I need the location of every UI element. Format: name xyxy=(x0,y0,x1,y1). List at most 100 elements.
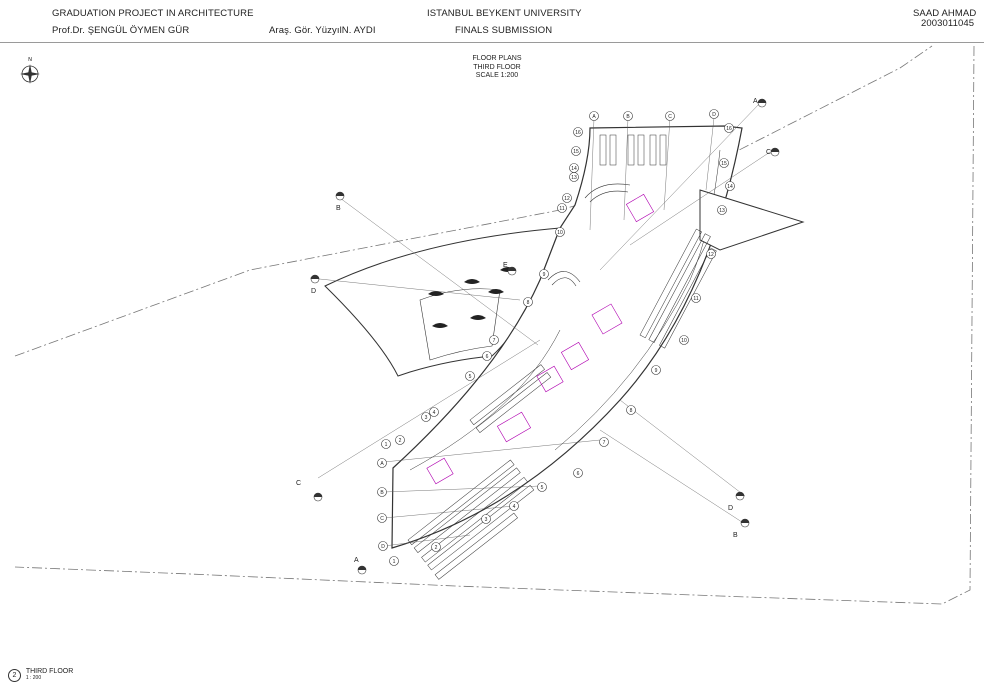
svg-text:7: 7 xyxy=(493,338,496,344)
svg-text:9: 9 xyxy=(543,272,546,278)
grid-bubble-row-15: 15 xyxy=(719,158,729,168)
grid-bubble-row-16: 16 xyxy=(724,123,734,133)
svg-text:15: 15 xyxy=(721,161,727,167)
grid-bubble-left-row-6: 6 xyxy=(482,351,492,361)
grid-bubble-top-a: A xyxy=(589,111,599,121)
view-number: 2 xyxy=(8,668,21,682)
grid-bubble-left-row-16: 16 xyxy=(573,127,583,137)
svg-text:B: B xyxy=(733,532,738,539)
svg-text:4: 4 xyxy=(513,504,516,510)
svg-text:3: 3 xyxy=(485,517,488,523)
svg-text:12: 12 xyxy=(564,196,570,202)
grid-bubble-row-4: 4 xyxy=(509,501,519,511)
svg-text:1: 1 xyxy=(393,559,396,565)
grid-bubble-row-7: 7 xyxy=(599,437,609,447)
svg-text:D: D xyxy=(712,112,716,118)
grid-bubble-row-8: 8 xyxy=(626,405,636,415)
svg-text:11: 11 xyxy=(559,206,564,212)
grid-bubble-top-b: B xyxy=(623,111,633,121)
section-marker-c-bottom: C xyxy=(296,480,323,502)
right-terrace xyxy=(699,189,805,251)
svg-text:3: 3 xyxy=(425,415,428,421)
grid-bubble-left-row-8: 8 xyxy=(523,297,533,307)
svg-text:D: D xyxy=(728,505,733,512)
grid-bubble-row-10: 10 xyxy=(679,335,689,345)
svg-text:1: 1 xyxy=(385,442,388,448)
svg-text:C: C xyxy=(380,516,384,522)
svg-text:D: D xyxy=(381,544,385,550)
section-marker-b-top: B xyxy=(335,191,345,212)
grid-bubble-left-c: C xyxy=(377,513,387,523)
view-name: THIRD FLOOR xyxy=(25,668,74,675)
svg-text:6: 6 xyxy=(486,354,489,360)
grid-bubble-left-row-2: 2 xyxy=(395,435,405,445)
svg-text:C: C xyxy=(766,149,771,156)
grid-bubble-row-9: 9 xyxy=(651,365,661,375)
view-scale: 1 : 200 xyxy=(25,675,42,681)
grid-bubble-row-5: 5 xyxy=(537,482,547,492)
svg-text:6: 6 xyxy=(577,471,580,477)
grid-bubble-left-row-12: 12 xyxy=(562,193,572,203)
grid-bubble-left-b: B xyxy=(377,487,387,497)
svg-text:C: C xyxy=(668,114,672,120)
grid-bubble-top-d: D xyxy=(709,109,719,119)
grid-bubble-top-c: C xyxy=(665,111,675,121)
section-marker-d-top: D xyxy=(310,274,320,295)
grid-bubble-row-3: 3 xyxy=(481,514,491,524)
svg-text:5: 5 xyxy=(541,485,544,491)
grid-bubble-left-row-7: 7 xyxy=(489,335,499,345)
grid-bubble-left-row-3: 3 xyxy=(421,412,431,422)
section-marker-c-top: C xyxy=(766,147,780,157)
grid-bubble-row-14: 14 xyxy=(725,181,735,191)
grid-bubble-left-row-9: 9 xyxy=(539,269,549,279)
grid-bubble-left-row-5: 5 xyxy=(465,371,475,381)
grid-bubble-left-row-11: 11 xyxy=(557,203,567,213)
grid-bubble-row-2: 2 xyxy=(431,542,441,552)
svg-text:14: 14 xyxy=(727,184,733,190)
svg-text:12: 12 xyxy=(708,252,714,258)
svg-text:A: A xyxy=(354,557,359,564)
svg-text:13: 13 xyxy=(719,208,725,214)
view-label: 2 THIRD FLOOR 1 : 200 xyxy=(8,668,73,682)
svg-text:11: 11 xyxy=(693,296,698,302)
svg-text:9: 9 xyxy=(655,368,658,374)
grid-bubble-left-d: D xyxy=(378,541,388,551)
section-marker-a-top: A xyxy=(753,98,767,108)
svg-text:7: 7 xyxy=(603,440,606,446)
svg-text:15: 15 xyxy=(573,149,579,155)
svg-text:4: 4 xyxy=(433,410,436,416)
north-label: N xyxy=(28,57,32,63)
grid-bubble-left-row-4: 4 xyxy=(429,407,439,417)
grid-bubble-left-a: A xyxy=(377,458,387,468)
svg-text:2: 2 xyxy=(435,545,438,551)
grid-bubble-left-row-13: 13 xyxy=(569,172,579,182)
svg-text:C: C xyxy=(296,480,301,487)
grid-bubble-left-row-1: 1 xyxy=(381,439,391,449)
svg-text:10: 10 xyxy=(557,230,563,236)
svg-text:13: 13 xyxy=(571,175,577,181)
svg-text:16: 16 xyxy=(726,126,732,132)
grid-bubble-left-row-10: 10 xyxy=(555,227,565,237)
grid-bubble-row-6: 6 xyxy=(573,468,583,478)
floor-plan-drawing: N A B C D A B C D 1 2 3 4 5 6 7 8 9 10 1… xyxy=(14,45,975,605)
grid-bubble-left-row-14: 14 xyxy=(569,163,579,173)
svg-text:A: A xyxy=(753,98,758,105)
grid-bubble-row-11: 11 xyxy=(691,293,701,303)
section-marker-d-bottom: D xyxy=(728,491,745,512)
grid-bubble-row-13: 13 xyxy=(717,205,727,215)
svg-text:E: E xyxy=(503,262,508,269)
svg-text:14: 14 xyxy=(571,166,577,172)
svg-text:5: 5 xyxy=(469,374,472,380)
north-arrow-icon: N xyxy=(20,57,40,84)
svg-text:16: 16 xyxy=(575,130,581,136)
svg-text:2: 2 xyxy=(399,438,402,444)
svg-text:B: B xyxy=(336,205,341,212)
svg-text:8: 8 xyxy=(527,300,530,306)
svg-text:D: D xyxy=(311,288,316,295)
section-marker-b-bottom: B xyxy=(733,518,750,539)
section-marker-a-bottom: A xyxy=(354,557,367,575)
grid-bubble-row-1: 1 xyxy=(389,556,399,566)
svg-text:10: 10 xyxy=(681,338,687,344)
grid-bubble-row-12: 12 xyxy=(706,249,716,259)
grid-bubble-left-row-15: 15 xyxy=(571,146,581,156)
